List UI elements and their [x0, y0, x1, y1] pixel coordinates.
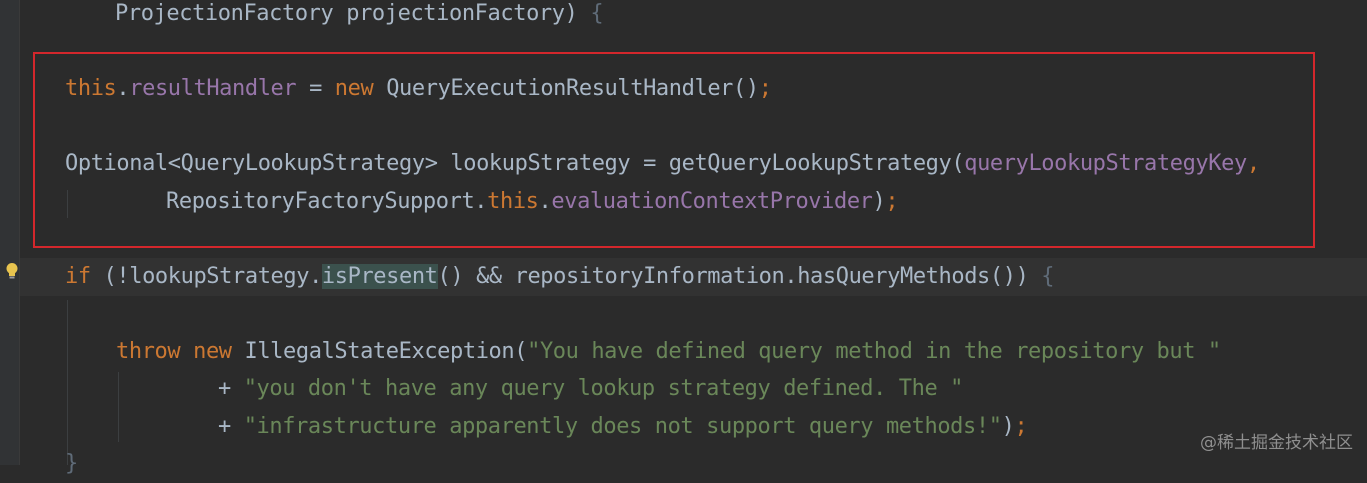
semicolon-token: ;: [1014, 414, 1028, 439]
keyword-throw: throw: [116, 339, 181, 364]
code-line-if[interactable]: if (!lookupStrategy.isPresent() && repos…: [65, 258, 1055, 296]
watermark: @稀土掘金技术社区: [1200, 433, 1353, 453]
string-literal: "You have defined query method in the re…: [527, 339, 1221, 364]
call-token: && repositoryInformation.hasQueryMethods: [463, 264, 990, 289]
string-literal: "you don't have any query lookup strateg…: [243, 376, 964, 401]
indent-guide: [118, 372, 119, 442]
param-token: projectionFactory: [346, 1, 565, 26]
code-line-close-brace[interactable]: }: [65, 445, 78, 483]
paren-token: (): [437, 264, 464, 289]
brace-token: {: [590, 1, 604, 26]
paren-token: ): [564, 1, 578, 26]
type-token: ProjectionFactory: [115, 1, 334, 26]
code-line-signature[interactable]: ProjectionFactory projectionFactory) {: [115, 0, 604, 33]
paren-token: ()): [989, 264, 1029, 289]
code-editor[interactable]: ProjectionFactory projectionFactory) { t…: [0, 0, 1367, 476]
code-line-throw[interactable]: throw new IllegalStateException("You hav…: [116, 333, 1221, 371]
string-literal: "infrastructure apparently does not supp…: [243, 414, 1002, 439]
editor-gutter[interactable]: [0, 0, 20, 465]
highlight-box: [33, 52, 1315, 248]
keyword-new: new: [193, 339, 232, 364]
paren-token: (: [514, 339, 528, 364]
code-line-concat-2[interactable]: + "infrastructure apparently does not su…: [218, 408, 1028, 446]
keyword-if: if: [65, 264, 91, 289]
brace-token: }: [65, 451, 78, 476]
class-token: IllegalStateException: [231, 339, 515, 364]
method-token: isPresent: [321, 264, 438, 289]
gutter-divider: [19, 0, 20, 465]
condition-token: (!lookupStrategy.: [90, 264, 323, 289]
paren-token: ): [1001, 414, 1015, 439]
operator-token: +: [218, 376, 244, 401]
brace-token: {: [1041, 264, 1055, 289]
indent-guide: [67, 300, 68, 465]
code-line-concat-1[interactable]: + "you don't have any query lookup strat…: [218, 370, 963, 408]
lightbulb-icon[interactable]: [5, 262, 19, 280]
operator-token: +: [218, 414, 244, 439]
